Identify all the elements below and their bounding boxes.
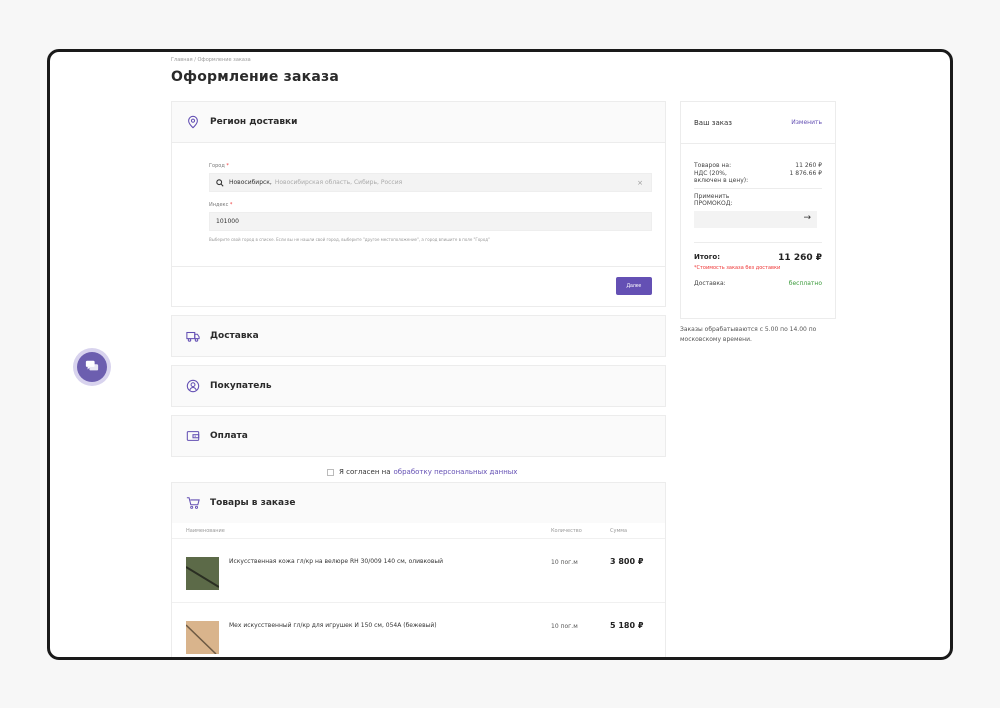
buyer-section[interactable]: Покупатель bbox=[171, 365, 666, 407]
index-value: 101000 bbox=[216, 218, 239, 225]
goods-total-row: Товаров на: 11 260 ₽ bbox=[694, 162, 822, 169]
breadcrumb: Главная / Оформление заказа bbox=[171, 57, 251, 63]
chat-button[interactable] bbox=[77, 352, 107, 382]
summary-title: Ваш заказ bbox=[694, 118, 732, 127]
product-qty: 10 пог.м bbox=[551, 559, 578, 566]
delivery-section-title: Доставка bbox=[210, 331, 259, 341]
city-hint: Выберите свой город в списке. Если вы не… bbox=[209, 237, 490, 242]
city-value: Новосибирск bbox=[229, 179, 270, 186]
table-row: Искусственная кожа гл/кр на велюре RH 30… bbox=[172, 539, 665, 603]
goods-section: Товары в заказе Наименование Количество … bbox=[171, 482, 666, 657]
agreement-text: Я согласен на bbox=[339, 468, 391, 476]
wallet-icon bbox=[186, 429, 200, 443]
map-pin-icon bbox=[186, 115, 200, 129]
product-sum: 5 180 ₽ bbox=[610, 621, 644, 630]
product-qty: 10 пог.м bbox=[551, 623, 578, 630]
payment-section[interactable]: Оплата bbox=[171, 415, 666, 457]
summary-header: Ваш заказ Изменить bbox=[681, 102, 835, 144]
product-thumbnail[interactable] bbox=[185, 557, 220, 590]
region-section-title: Регион доставки bbox=[210, 117, 298, 127]
arrow-right-icon[interactable]: → bbox=[803, 213, 811, 223]
payment-section-header[interactable]: Оплата bbox=[172, 416, 665, 456]
city-detail: Новосибирская область, Сибирь, Россия bbox=[274, 179, 403, 186]
promo-input[interactable]: → bbox=[694, 211, 817, 228]
index-label: Индекс * bbox=[209, 202, 233, 208]
delivery-section-header[interactable]: Доставка bbox=[172, 316, 665, 356]
buyer-section-header[interactable]: Покупатель bbox=[172, 366, 665, 406]
product-name[interactable]: Искусственная кожа гл/кр на велюре RH 30… bbox=[229, 558, 551, 565]
region-form: Город * Новосибирск, Новосибирская облас… bbox=[172, 142, 665, 266]
cart-icon bbox=[186, 496, 200, 510]
agreement-link[interactable]: обработку персональных данных bbox=[394, 468, 518, 476]
table-row: Мех искусственный гл/кр для игрушек И 15… bbox=[172, 603, 665, 657]
region-section-header[interactable]: Регион доставки bbox=[172, 102, 665, 142]
total-row: Итого: 11 260 ₽ bbox=[694, 253, 822, 263]
product-name[interactable]: Мех искусственный гл/кр для игрушек И 15… bbox=[229, 622, 551, 629]
vat-row: НДС (20%, включен в цену): 1 876.66 ₽ bbox=[694, 170, 822, 184]
product-sum: 3 800 ₽ bbox=[610, 557, 644, 566]
agreement: Я согласен на обработку персональных дан… bbox=[327, 468, 517, 476]
buyer-section-title: Покупатель bbox=[210, 381, 272, 391]
clear-icon[interactable]: × bbox=[637, 179, 643, 187]
breadcrumb-current: Оформление заказа bbox=[197, 57, 251, 63]
total-value: 11 260 ₽ bbox=[778, 253, 822, 263]
next-button[interactable]: Далее bbox=[616, 277, 652, 295]
col-name: Наименование bbox=[186, 527, 225, 534]
user-icon bbox=[186, 379, 200, 393]
browser-frame: Главная / Оформление заказа Оформление з… bbox=[47, 49, 953, 660]
edit-order-link[interactable]: Изменить bbox=[791, 119, 822, 126]
col-sum: Сумма bbox=[610, 527, 628, 534]
city-input[interactable]: Новосибирск, Новосибирская область, Сиби… bbox=[209, 173, 652, 192]
region-section: Регион доставки Город * Новосибирск, Нов… bbox=[171, 101, 666, 307]
search-icon bbox=[216, 178, 224, 187]
region-footer: Далее bbox=[172, 266, 665, 306]
delivery-section[interactable]: Доставка bbox=[171, 315, 666, 357]
order-summary: Ваш заказ Изменить Товаров на: 11 260 ₽ … bbox=[680, 101, 836, 319]
page-title: Оформление заказа bbox=[171, 69, 339, 85]
processing-note: Заказы обрабатываются с 5.00 по 14.00 по… bbox=[680, 326, 817, 343]
col-qty: Количество bbox=[551, 527, 582, 534]
index-input[interactable]: 101000 bbox=[209, 212, 652, 231]
product-thumbnail[interactable] bbox=[185, 621, 219, 655]
chat-icon bbox=[85, 358, 99, 377]
agreement-checkbox[interactable] bbox=[327, 468, 334, 476]
goods-table-header: Наименование Количество Сумма bbox=[172, 523, 665, 539]
delivery-value: бесплатно bbox=[788, 280, 822, 287]
goods-section-header: Товары в заказе bbox=[172, 483, 665, 523]
city-label: Город * bbox=[209, 163, 229, 169]
payment-section-title: Оплата bbox=[210, 431, 248, 441]
goods-section-title: Товары в заказе bbox=[210, 498, 296, 508]
truck-icon bbox=[186, 329, 200, 343]
promo-label: Применить ПРОМОКОД: bbox=[694, 193, 733, 207]
breadcrumb-home[interactable]: Главная bbox=[171, 57, 193, 63]
delivery-row: Доставка: бесплатно bbox=[694, 280, 822, 287]
